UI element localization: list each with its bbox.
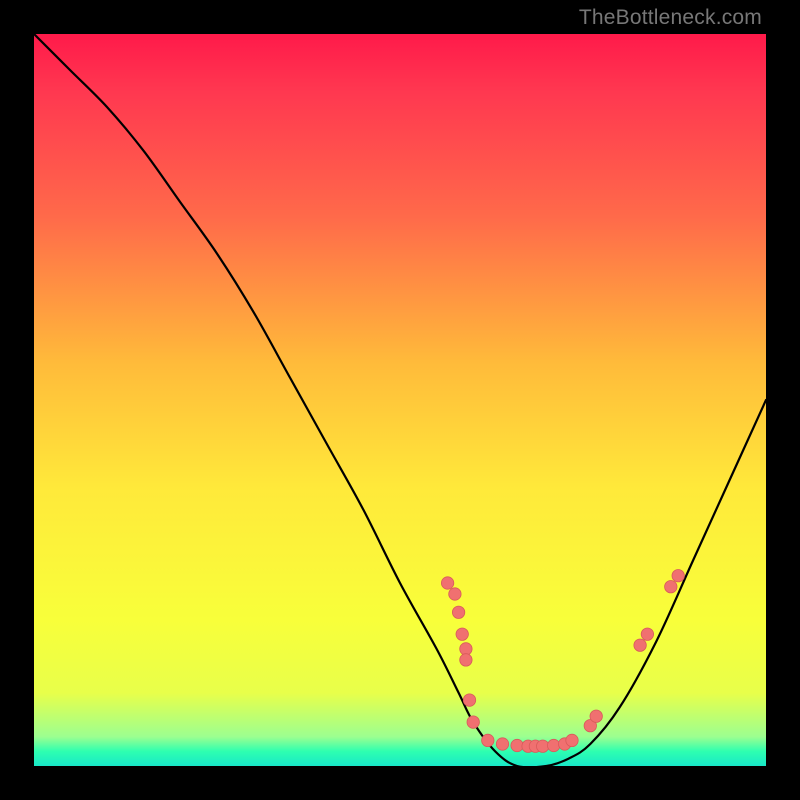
- data-marker: [452, 606, 464, 618]
- data-marker: [460, 643, 472, 655]
- data-marker: [456, 628, 468, 640]
- data-marker: [467, 716, 479, 728]
- data-marker: [463, 694, 475, 706]
- data-marker: [511, 739, 523, 751]
- data-marker: [672, 570, 684, 582]
- data-marker: [566, 734, 578, 746]
- data-marker: [482, 734, 494, 746]
- data-marker: [460, 654, 472, 666]
- data-marker: [634, 639, 646, 651]
- data-marker: [537, 740, 549, 752]
- data-marker: [496, 738, 508, 750]
- data-marker: [449, 588, 461, 600]
- data-marker: [548, 739, 560, 751]
- data-marker: [641, 628, 653, 640]
- data-marker: [590, 710, 602, 722]
- plot-area: [34, 34, 766, 766]
- curve-layer: [34, 34, 766, 766]
- chart-frame: TheBottleneck.com: [0, 0, 800, 800]
- watermark-text: TheBottleneck.com: [579, 6, 762, 30]
- data-marker: [665, 581, 677, 593]
- marker-group: [441, 570, 684, 753]
- data-marker: [441, 577, 453, 589]
- bottleneck-curve: [34, 34, 766, 766]
